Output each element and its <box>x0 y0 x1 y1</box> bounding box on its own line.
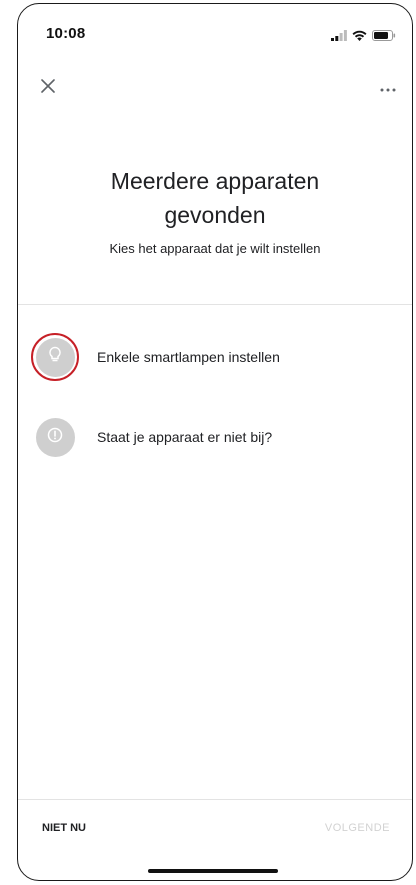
footer-bar: NIET NU VOLGENDE <box>18 800 412 860</box>
option-icon-circle <box>35 417 75 457</box>
top-app-bar <box>18 66 412 110</box>
not-now-button[interactable]: NIET NU <box>42 822 86 834</box>
status-bar: 10:08 <box>18 4 412 66</box>
header: Meerdere apparaten gevonden Kies het app… <box>18 164 412 256</box>
status-time: 10:08 <box>46 25 86 42</box>
page-title: Meerdere apparaten gevonden <box>110 168 320 228</box>
home-indicator[interactable] <box>148 869 278 873</box>
wifi-icon <box>352 28 367 46</box>
more-options-button[interactable] <box>374 74 402 102</box>
page-subtitle: Kies het apparaat dat je wilt instellen <box>109 241 321 256</box>
status-icons <box>331 28 396 46</box>
option-icon-container <box>30 412 80 462</box>
next-button[interactable]: VOLGENDE <box>325 822 390 834</box>
highlight-ring <box>31 333 79 381</box>
header-divider <box>18 304 412 305</box>
option-device-not-listed[interactable]: Staat je apparaat er niet bij? <box>18 409 412 465</box>
phone-screen: 10:08 Meerdere apparaten gevonden Kies h… <box>17 3 413 881</box>
option-label: Staat je apparaat er niet bij? <box>97 429 273 445</box>
option-single-smart-lights[interactable]: Enkele smartlampen instellen <box>18 329 412 385</box>
cellular-signal-icon <box>331 28 347 46</box>
info-icon <box>47 427 63 448</box>
close-icon <box>41 78 55 98</box>
close-button[interactable] <box>34 74 62 102</box>
option-label: Enkele smartlampen instellen <box>97 349 280 365</box>
battery-icon <box>372 28 396 46</box>
more-horizontal-icon <box>380 79 396 97</box>
option-icon-container <box>30 332 80 382</box>
